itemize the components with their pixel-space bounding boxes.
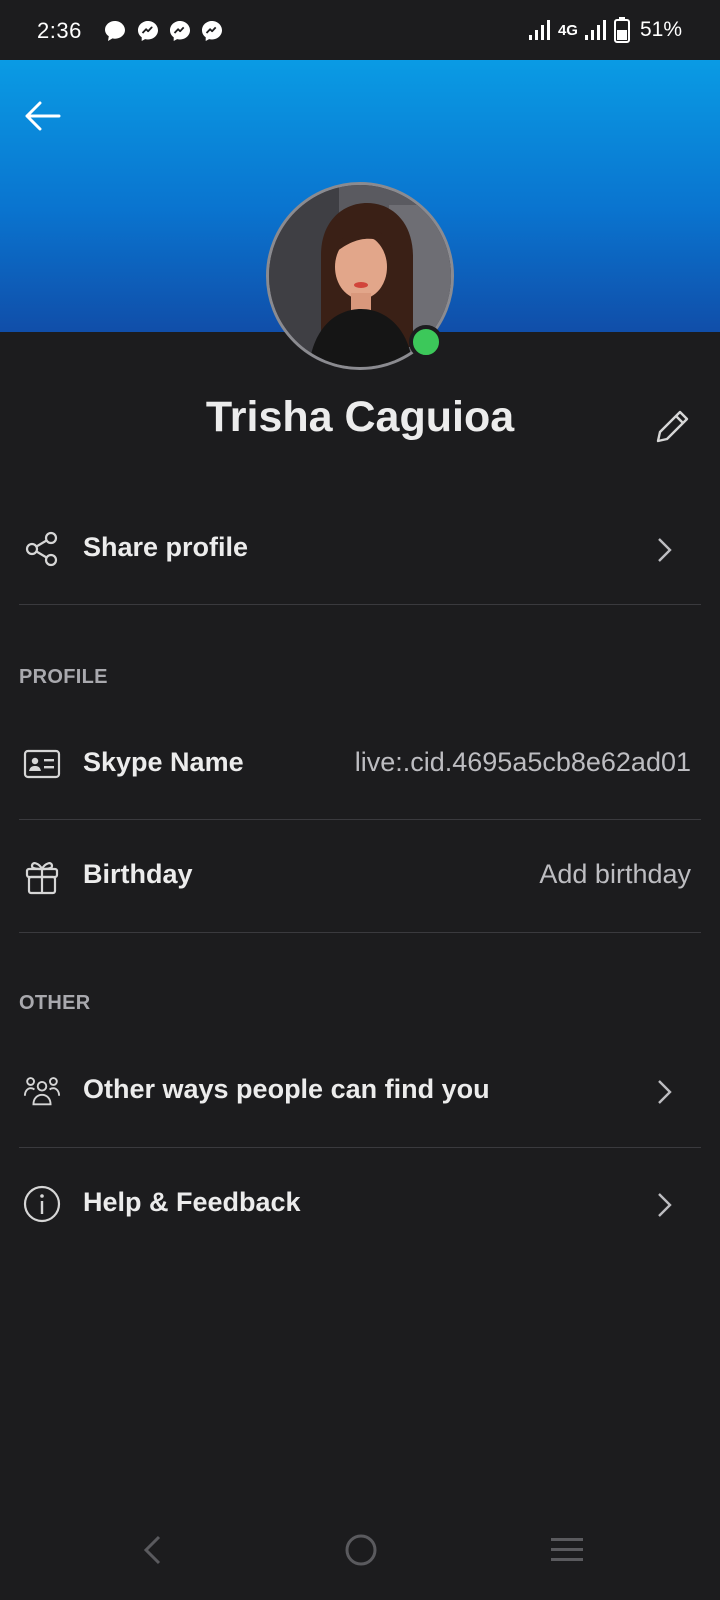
chat-bubble-icon: [105, 21, 125, 41]
nav-recents-button[interactable]: [537, 1520, 597, 1580]
signal-icon: [528, 20, 550, 40]
help-feedback-label: Help & Feedback: [83, 1187, 301, 1217]
divider: [19, 819, 701, 820]
pencil-icon: [656, 410, 689, 443]
messenger-icon: [170, 21, 190, 41]
chevron-right-icon: [649, 1077, 679, 1107]
signal-icon: [584, 20, 606, 40]
divider: [19, 932, 701, 933]
info-icon: [23, 1185, 61, 1223]
section-header-other: OTHER: [19, 992, 91, 1014]
other-ways-label: Other ways people can find you: [83, 1074, 490, 1104]
nav-back-button[interactable]: [123, 1520, 183, 1580]
arrow-left-icon: [25, 101, 61, 131]
nav-home-icon: [345, 1534, 377, 1566]
nav-menu-icon: [551, 1538, 583, 1561]
birthday-label: Birthday: [83, 859, 193, 889]
share-profile-label: Share profile: [83, 532, 249, 562]
share-profile-row[interactable]: Share profile: [19, 494, 701, 606]
nav-home-button[interactable]: [331, 1520, 391, 1580]
messenger-icon: [202, 21, 222, 41]
profile-name: Trisha Caguioa: [205, 393, 515, 441]
people-icon: [23, 1072, 61, 1110]
skype-name-value: live:.cid.4695a5cb8e62ad01: [354, 747, 691, 777]
chevron-right-icon: [649, 535, 679, 565]
edit-name-button[interactable]: [648, 403, 696, 451]
divider: [19, 1147, 701, 1148]
id-card-icon: [23, 745, 61, 783]
messenger-icon: [138, 21, 158, 41]
presence-online-indicator: [409, 325, 443, 359]
birthday-row[interactable]: Birthday Add birthday: [19, 821, 701, 933]
share-icon: [23, 530, 61, 568]
skype-name-row[interactable]: Skype Name live:.cid.4695a5cb8e62ad01: [19, 709, 701, 821]
battery-percent: 51%: [639, 18, 682, 41]
status-right: 4G 51%: [528, 16, 682, 44]
system-nav-bar: [0, 1500, 720, 1600]
chevron-right-icon: [649, 1190, 679, 1220]
help-feedback-row[interactable]: Help & Feedback: [19, 1149, 701, 1261]
back-button[interactable]: [18, 92, 66, 140]
skype-name-label: Skype Name: [83, 747, 244, 777]
add-birthday-link[interactable]: Add birthday: [539, 859, 691, 890]
network-type: 4G: [557, 21, 578, 39]
gift-icon: [23, 857, 61, 895]
divider: [19, 604, 701, 605]
status-time: 2:36: [37, 18, 82, 43]
status-bar: 2:36 4G 51%: [0, 0, 720, 60]
other-ways-row[interactable]: Other ways people can find you: [19, 1036, 701, 1148]
nav-back-icon: [143, 1535, 161, 1565]
section-header-profile: PROFILE: [19, 666, 108, 688]
battery-icon: [613, 17, 630, 43]
